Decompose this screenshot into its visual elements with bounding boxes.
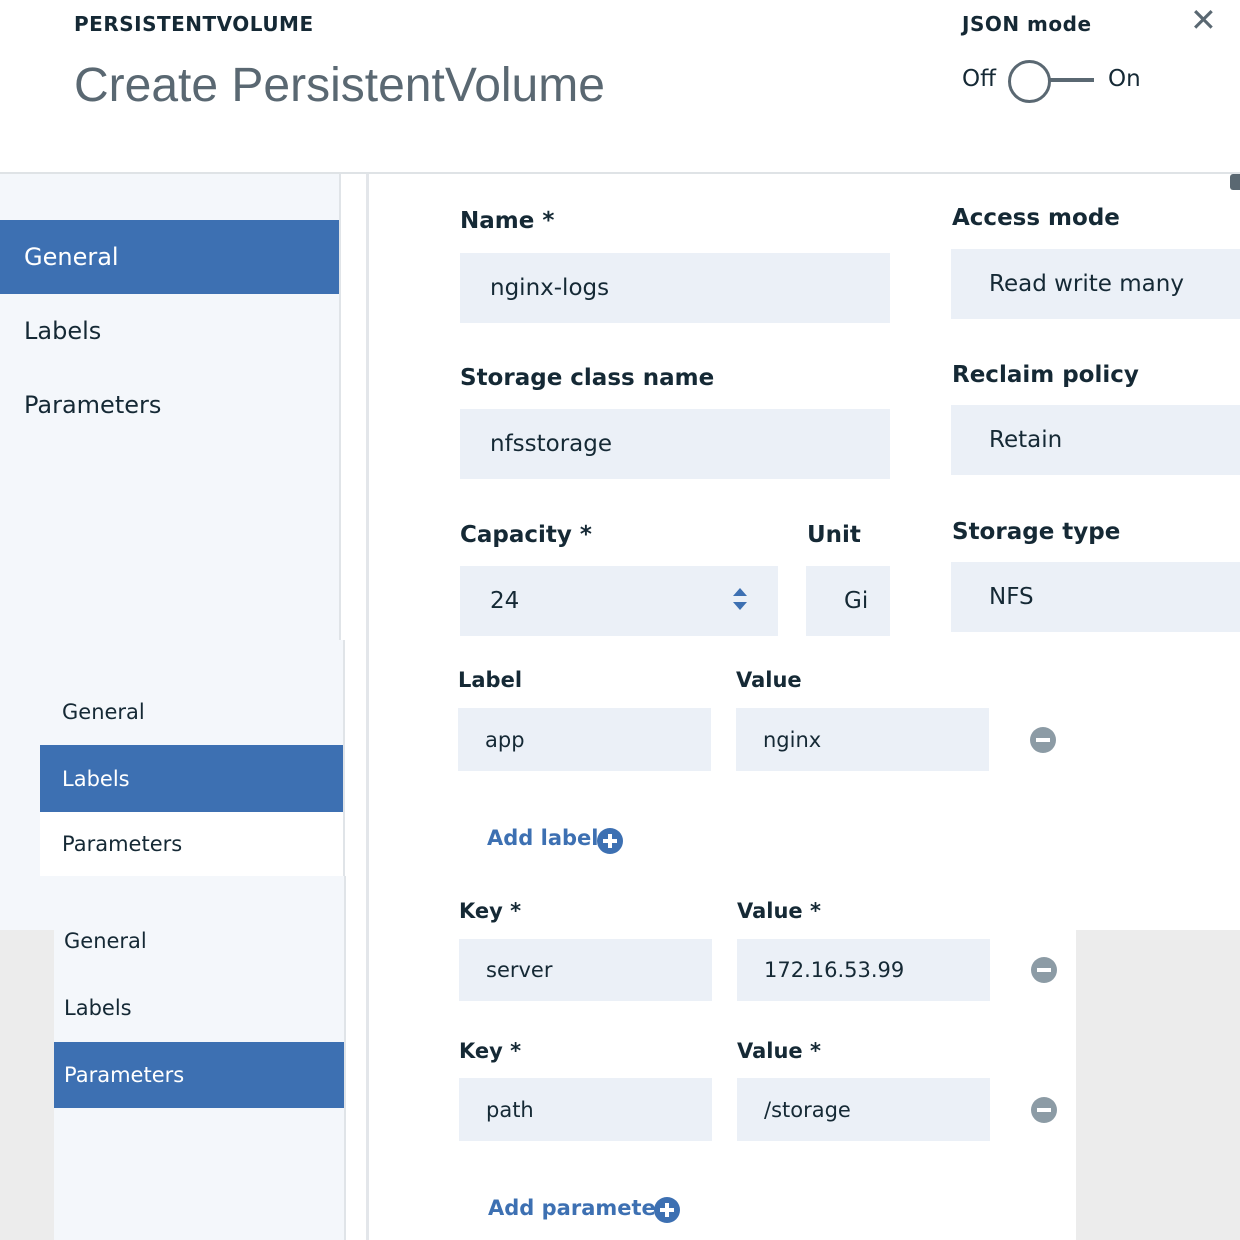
nav-item-parameters[interactable]: Parameters — [40, 812, 343, 876]
parameter-key-input[interactable]: path — [459, 1078, 712, 1141]
json-mode-toggle[interactable] — [1008, 60, 1051, 103]
value-column-header: Value — [736, 668, 802, 692]
toggle-off-label: Off — [962, 66, 996, 92]
label-key-input[interactable]: app — [458, 708, 711, 771]
nav-item-labels[interactable]: Labels — [0, 294, 339, 368]
nav-item-general[interactable]: General — [42, 908, 344, 974]
storage-type-label: Storage type — [952, 519, 1121, 545]
nav-divider — [344, 876, 346, 1240]
capacity-value: 24 — [490, 588, 520, 614]
toggle-on-label: On — [1108, 66, 1141, 92]
scrollbar[interactable] — [1230, 174, 1240, 190]
name-input[interactable]: nginx-logs — [460, 253, 890, 323]
value-column-header: Value * — [737, 1039, 821, 1063]
capacity-stepper[interactable]: 24 — [460, 566, 778, 636]
add-label-link[interactable]: Add label — [487, 826, 598, 850]
remove-parameter-icon[interactable] — [1031, 957, 1057, 983]
key-column-header: Key * — [459, 899, 522, 923]
key-column-header: Key * — [459, 1039, 522, 1063]
nav-item-parameters[interactable]: Parameters — [54, 1042, 344, 1108]
add-label-icon[interactable] — [597, 828, 623, 854]
value-column-header: Value * — [737, 899, 821, 923]
storage-type-select[interactable]: NFS — [951, 562, 1240, 632]
content-divider — [366, 174, 369, 1240]
page-title: Create PersistentVolume — [74, 59, 605, 112]
remove-parameter-icon[interactable] — [1031, 1097, 1057, 1123]
modal-eyebrow: PERSISTENTVOLUME — [74, 12, 314, 36]
parameter-key-input[interactable]: server — [459, 939, 712, 1001]
add-parameter-icon[interactable] — [654, 1197, 680, 1223]
label-value-input[interactable]: nginx — [736, 708, 989, 771]
add-parameter-link[interactable]: Add parameter — [488, 1196, 666, 1220]
name-label: Name * — [460, 208, 555, 234]
capacity-label: Capacity * — [460, 522, 592, 548]
storage-class-label: Storage class name — [460, 365, 715, 391]
nav-item-general[interactable]: General — [40, 678, 343, 745]
nav-item-labels[interactable]: Labels — [42, 974, 344, 1042]
nav-panel-fill — [0, 745, 40, 876]
nav-divider — [343, 640, 345, 876]
close-icon[interactable]: ✕ — [1190, 2, 1217, 38]
access-mode-select[interactable]: Read write many — [951, 249, 1240, 319]
reclaim-policy-select[interactable]: Retain — [951, 405, 1240, 475]
spinner-arrows-icon[interactable] — [732, 584, 748, 614]
unit-select[interactable]: Gi — [806, 566, 890, 636]
unit-label: Unit — [807, 522, 861, 548]
reclaim-policy-label: Reclaim policy — [952, 362, 1139, 388]
storage-class-input[interactable]: nfsstorage — [460, 409, 890, 479]
json-mode-label: JSON mode — [962, 12, 1092, 36]
nav-item-labels[interactable]: Labels — [40, 745, 343, 812]
access-mode-label: Access mode — [952, 205, 1120, 231]
parameter-value-input[interactable]: 172.16.53.99 — [737, 939, 990, 1001]
label-column-header: Label — [458, 668, 523, 692]
nav-divider — [339, 174, 341, 640]
nav-item-general[interactable]: General — [0, 220, 339, 294]
remove-label-icon[interactable] — [1030, 727, 1056, 753]
nav-item-parameters[interactable]: Parameters — [0, 368, 339, 442]
parameter-value-input[interactable]: /storage — [737, 1078, 990, 1141]
